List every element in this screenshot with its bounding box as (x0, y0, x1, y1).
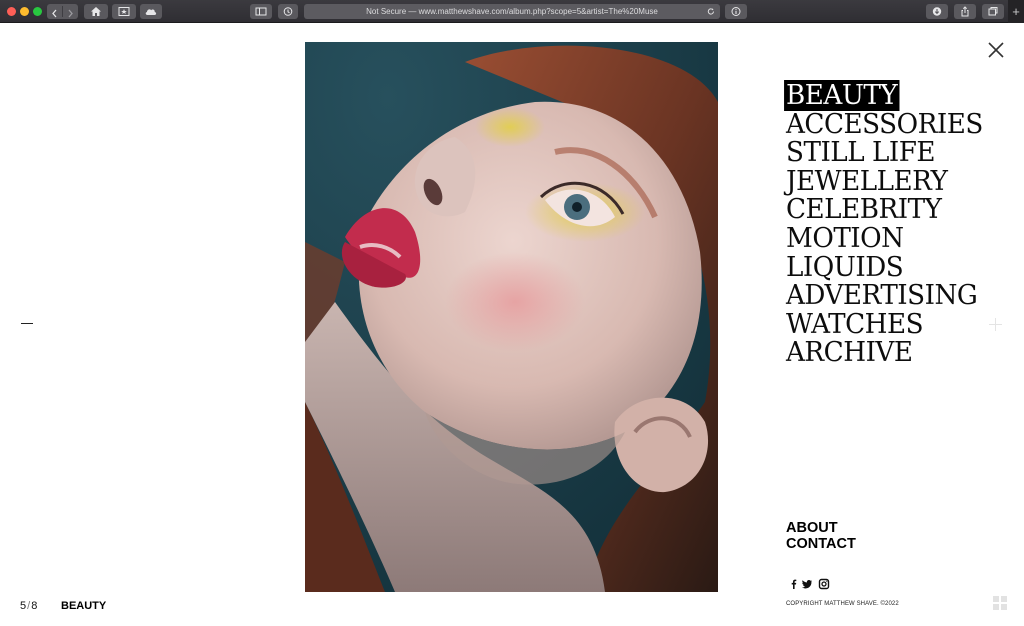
secondary-nav: ABOUT CONTACT (786, 520, 856, 552)
downloads-button[interactable] (926, 4, 948, 19)
zoom-window-button[interactable] (33, 7, 42, 16)
menu-item-celebrity[interactable]: CELEBRITY (786, 196, 1009, 225)
menu-item-jewellery[interactable]: JEWELLERY (786, 167, 1009, 197)
new-tab-button[interactable]: + (1008, 0, 1024, 23)
menu-item-beauty[interactable]: BEAUTY (784, 80, 1009, 111)
home-button[interactable] (84, 4, 108, 19)
home-icon (91, 7, 101, 16)
contact-link[interactable]: CONTACT (786, 536, 856, 552)
tabs-icon (988, 7, 998, 16)
twitter-icon[interactable] (801, 577, 813, 589)
close-button[interactable] (986, 40, 1006, 60)
favorites-button[interactable] (112, 4, 136, 19)
thumbnail-grid-button[interactable] (993, 596, 1007, 610)
image-counter: 5/8 (20, 600, 37, 612)
album-photo (305, 42, 718, 592)
back-button[interactable] (47, 4, 62, 19)
copyright-notice: COPYRIGHT MATTHEW SHAVE. ©2022 (786, 601, 899, 607)
tab-overview-button[interactable] (982, 4, 1004, 19)
sidebar-button[interactable] (250, 4, 272, 19)
url-text: Not Secure — www.matthewshave.com/album.… (366, 7, 658, 16)
icloud-button[interactable] (140, 4, 162, 19)
cloud-icon (145, 9, 157, 15)
previous-image-button[interactable] (21, 323, 33, 324)
close-window-button[interactable] (7, 7, 16, 16)
menu-item-advertising[interactable]: ADVERTISING (786, 281, 1009, 311)
history-nav (47, 4, 78, 19)
menu-item-motion[interactable]: MOTION (786, 224, 1009, 254)
next-image-button[interactable] (989, 318, 1002, 331)
download-icon (932, 7, 942, 16)
current-index: 5 (20, 600, 27, 612)
info-icon (731, 7, 741, 16)
total-count: 8 (31, 600, 38, 612)
chevron-right-icon (68, 9, 73, 18)
close-icon (988, 42, 1004, 58)
menu-item-watches[interactable]: WATCHES (786, 310, 1009, 340)
counter-separator: / (27, 600, 31, 612)
facebook-icon[interactable] (788, 577, 800, 589)
share-button[interactable] (954, 4, 976, 19)
share-icon (961, 6, 969, 17)
clock-icon (283, 7, 293, 16)
category-menu: BEAUTY ACCESSORIES STILL LIFE JEWELLERY … (784, 80, 1016, 368)
about-link[interactable]: ABOUT (786, 520, 856, 536)
menu-item-liquids[interactable]: LIQUIDS (786, 253, 1009, 283)
current-category-label: BEAUTY (61, 600, 107, 612)
top-sites-button[interactable] (278, 4, 298, 19)
minimize-window-button[interactable] (20, 7, 29, 16)
reload-icon[interactable] (706, 4, 716, 19)
chevron-left-icon (52, 9, 57, 18)
forward-button[interactable] (63, 4, 78, 19)
address-bar[interactable]: Not Secure — www.matthewshave.com/album.… (304, 4, 720, 19)
menu-item-still-life[interactable]: STILL LIFE (786, 138, 1009, 168)
star-icon (118, 7, 130, 16)
menu-item-accessories[interactable]: ACCESSORIES (786, 110, 1009, 140)
browser-toolbar: Not Secure — www.matthewshave.com/album.… (0, 0, 1024, 23)
instagram-icon[interactable] (818, 577, 830, 590)
album-page: BEAUTY ACCESSORIES STILL LIFE JEWELLERY … (0, 24, 1024, 626)
portrait-image (305, 42, 718, 592)
menu-item-archive[interactable]: ARCHIVE (786, 339, 1009, 368)
sidebar-icon (255, 7, 267, 16)
reader-info-button[interactable] (725, 4, 747, 19)
